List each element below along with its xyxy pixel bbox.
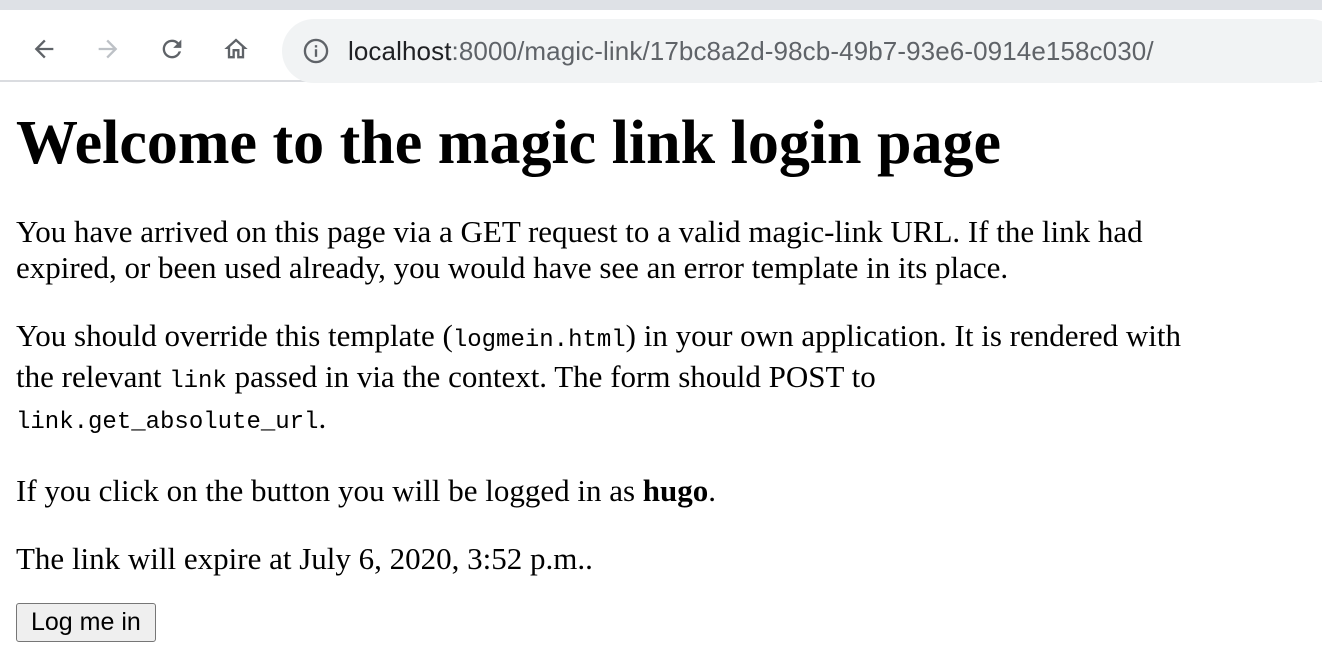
override-text-1: You should override this template (: [16, 318, 453, 353]
address-bar[interactable]: localhost:8000/magic-link/17bc8a2d-98cb-…: [282, 19, 1322, 83]
reload-button[interactable]: [155, 32, 189, 66]
forward-button[interactable]: [91, 32, 125, 66]
override-text-3: passed in via the context. The form shou…: [226, 359, 876, 394]
override-paragraph: You should override this template (logme…: [16, 318, 1186, 441]
page-title: Welcome to the magic link login page: [16, 109, 1002, 177]
page-content: Welcome to the magic link login page You…: [0, 108, 1322, 642]
home-icon: [224, 38, 248, 59]
url-path: :8000/magic-link/17bc8a2d-98cb-49b7-93e6…: [451, 35, 1154, 66]
absolute-url-code: link.get_absolute_url: [16, 409, 319, 436]
info-icon[interactable]: [302, 37, 330, 65]
back-button[interactable]: [27, 32, 61, 66]
arrow-right-icon: [98, 39, 118, 59]
tab-strip: [0, 0, 1322, 10]
arrow-left-icon: [34, 39, 54, 59]
home-button[interactable]: [219, 32, 253, 66]
browser-toolbar: localhost:8000/magic-link/17bc8a2d-98cb-…: [0, 10, 1322, 83]
login-as-paragraph: If you click on the button you will be l…: [16, 473, 1186, 509]
expiry-paragraph: The link will expire at July 6, 2020, 3:…: [16, 541, 593, 576]
username: hugo: [642, 473, 709, 508]
log-me-in-button[interactable]: Log me in: [16, 603, 156, 642]
reload-icon: [162, 39, 182, 59]
intro-paragraph: You have arrived on this page via a GET …: [16, 214, 1143, 285]
template-name-code: logmein.html: [452, 327, 626, 354]
link-code: link: [169, 368, 227, 395]
url-host: localhost: [348, 35, 452, 66]
login-as-text: If you click on the button you will be l…: [16, 473, 643, 508]
override-text-4: .: [318, 400, 327, 435]
login-as-period: .: [708, 473, 717, 508]
url-text[interactable]: localhost:8000/magic-link/17bc8a2d-98cb-…: [348, 36, 1154, 67]
